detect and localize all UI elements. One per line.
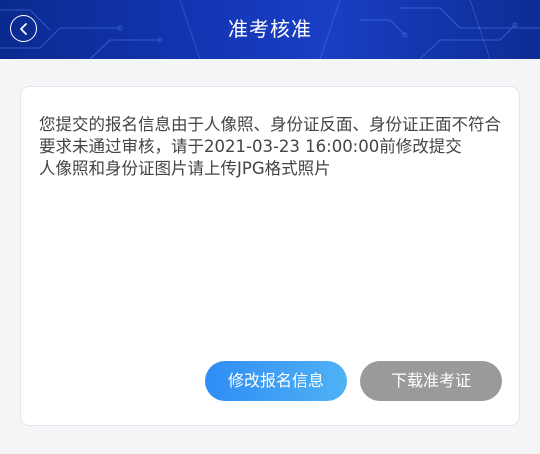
- header-bar: 准考核准: [0, 0, 540, 59]
- review-message: 您提交的报名信息由于人像照、身份证反面、身份证正面不符合要求未通过审核，请于20…: [39, 114, 505, 180]
- review-result-card: 您提交的报名信息由于人像照、身份证反面、身份证正面不符合要求未通过审核，请于20…: [20, 86, 520, 426]
- page-title: 准考核准: [228, 17, 312, 41]
- edit-registration-button[interactable]: 修改报名信息: [205, 361, 347, 401]
- download-admission-ticket-button[interactable]: 下载准考证: [360, 361, 502, 401]
- rejection-reason-text: 您提交的报名信息由于人像照、身份证反面、身份证正面不符合要求未通过审核，请于20…: [39, 115, 501, 156]
- photo-format-hint: 人像照和身份证图片请上传JPG格式照片: [39, 159, 331, 178]
